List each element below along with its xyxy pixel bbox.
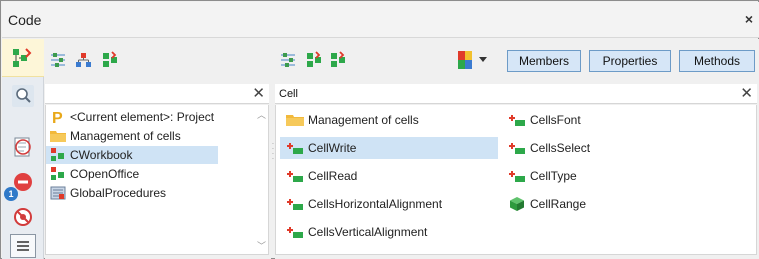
member-label: CellRange — [530, 197, 587, 211]
methods-button[interactable]: Methods — [679, 50, 755, 72]
tree-item-label: COpenOffice — [70, 167, 140, 181]
member-filter-clear-button[interactable]: ✕ — [740, 84, 753, 104]
method-icon — [286, 224, 304, 240]
member-label: CellRead — [308, 169, 358, 183]
scroll-up-icon[interactable]: ︿ — [257, 108, 266, 121]
forbidden-icon — [14, 208, 32, 226]
method-icon — [286, 196, 304, 212]
member-management-of-cells[interactable]: Management of cells — [286, 109, 496, 131]
method-add-icon — [307, 51, 321, 67]
left-filter-clear-button[interactable]: ✕ — [252, 84, 265, 104]
property-add-icon — [331, 51, 345, 67]
add-method-button[interactable] — [303, 49, 325, 71]
menu-button[interactable] — [10, 234, 36, 258]
expand-members-button[interactable] — [277, 49, 299, 71]
color-palette-button[interactable] — [455, 49, 475, 71]
member-cellrange[interactable]: CellRange — [508, 193, 708, 215]
project-p-icon: P — [50, 109, 66, 125]
expand-tree-button[interactable] — [47, 49, 69, 71]
tree-item-copenoffice[interactable]: COpenOffice — [50, 165, 256, 183]
left-filter-input[interactable] — [49, 86, 239, 102]
document-button[interactable] — [9, 133, 37, 161]
window-title: Code — [8, 12, 42, 28]
right-pane: Members Properties Methods ✕ Management … — [275, 39, 759, 259]
document-no-icon — [14, 137, 31, 157]
hamburger-icon — [17, 241, 29, 251]
disable-button[interactable] — [9, 203, 37, 231]
cube-icon — [508, 196, 526, 212]
members-button[interactable]: Members — [507, 50, 581, 72]
method-icon — [508, 112, 526, 128]
member-label: CellsVerticalAlignment — [308, 225, 428, 239]
title-bar: Code × — [2, 2, 759, 38]
chevron-down-icon — [479, 57, 487, 62]
member-cellsselect[interactable]: CellsSelect — [508, 137, 708, 159]
method-icon — [508, 168, 526, 184]
global-procedures-icon — [50, 185, 66, 201]
tree-item-current-element[interactable]: P <Current element>: Project — [50, 108, 256, 126]
member-label: CellType — [530, 169, 577, 183]
tree-item-globalprocedures[interactable]: GlobalProcedures — [50, 184, 256, 202]
member-label: CellWrite — [308, 141, 357, 155]
member-cellshorizontalalignment[interactable]: CellsHorizontalAlignment — [286, 193, 496, 215]
member-celltype[interactable]: CellType — [508, 165, 708, 187]
color-dropdown-button[interactable] — [477, 49, 489, 71]
tree-item-cworkbook[interactable]: CWorkbook — [46, 146, 218, 164]
member-label: Management of cells — [308, 113, 419, 127]
tree-expand-icon — [51, 53, 65, 67]
member-label: CellsFont — [530, 113, 581, 127]
search-button[interactable] — [9, 82, 37, 110]
code-explorer-button[interactable] — [9, 44, 37, 72]
code-window: Code × 1 ✕ P <Current element>: Project … — [0, 0, 759, 259]
tree-item-label: <Current element>: Project — [70, 110, 215, 124]
method-icon — [286, 168, 304, 184]
members-list: Management of cells CellWrite CellRead C… — [275, 105, 757, 255]
tree-add-icon — [13, 48, 32, 67]
member-cellread[interactable]: CellRead — [286, 165, 496, 187]
right-filter-bar: ✕ — [275, 84, 757, 104]
close-button[interactable]: × — [745, 11, 753, 27]
scroll-down-icon[interactable]: ﹀ — [257, 239, 266, 252]
left-pane: ✕ P <Current element>: Project Managemen… — [45, 39, 271, 259]
left-filter-bar: ✕ — [45, 84, 269, 104]
member-label: CellsSelect — [530, 141, 591, 155]
member-cellsverticalalignment[interactable]: CellsVerticalAlignment — [286, 221, 496, 243]
side-toolbar: 1 — [2, 39, 44, 259]
search-icon — [12, 85, 34, 107]
properties-button[interactable]: Properties — [589, 50, 671, 72]
add-class-button[interactable] — [99, 49, 121, 71]
tree-item-label: CWorkbook — [70, 148, 133, 162]
folder-icon — [286, 112, 304, 128]
project-tree: P <Current element>: Project Management … — [45, 105, 269, 255]
member-label: CellsHorizontalAlignment — [308, 197, 443, 211]
svg-text:P: P — [52, 110, 63, 125]
tree-item-label: GlobalProcedures — [70, 186, 167, 200]
add-property-button[interactable] — [327, 49, 349, 71]
tree-expand-icon — [281, 53, 295, 67]
class-icon — [50, 166, 66, 182]
tree-item-management-of-cells[interactable]: Management of cells — [50, 127, 256, 145]
method-icon — [508, 140, 526, 156]
method-icon — [286, 140, 304, 156]
color-palette-icon — [458, 51, 472, 69]
collapse-tree-button[interactable] — [73, 49, 95, 71]
breakpoint-button[interactable] — [9, 168, 37, 196]
folder-icon — [50, 128, 66, 144]
tree-item-label: Management of cells — [70, 129, 181, 143]
class-add-icon — [103, 51, 117, 67]
stop-minus-icon — [14, 173, 32, 191]
class-icon — [50, 147, 66, 163]
member-filter-input[interactable] — [279, 86, 719, 102]
member-cellwrite[interactable]: CellWrite — [280, 137, 498, 159]
member-cellsfont[interactable]: CellsFont — [508, 109, 708, 131]
tree-collapse-icon — [76, 53, 91, 67]
